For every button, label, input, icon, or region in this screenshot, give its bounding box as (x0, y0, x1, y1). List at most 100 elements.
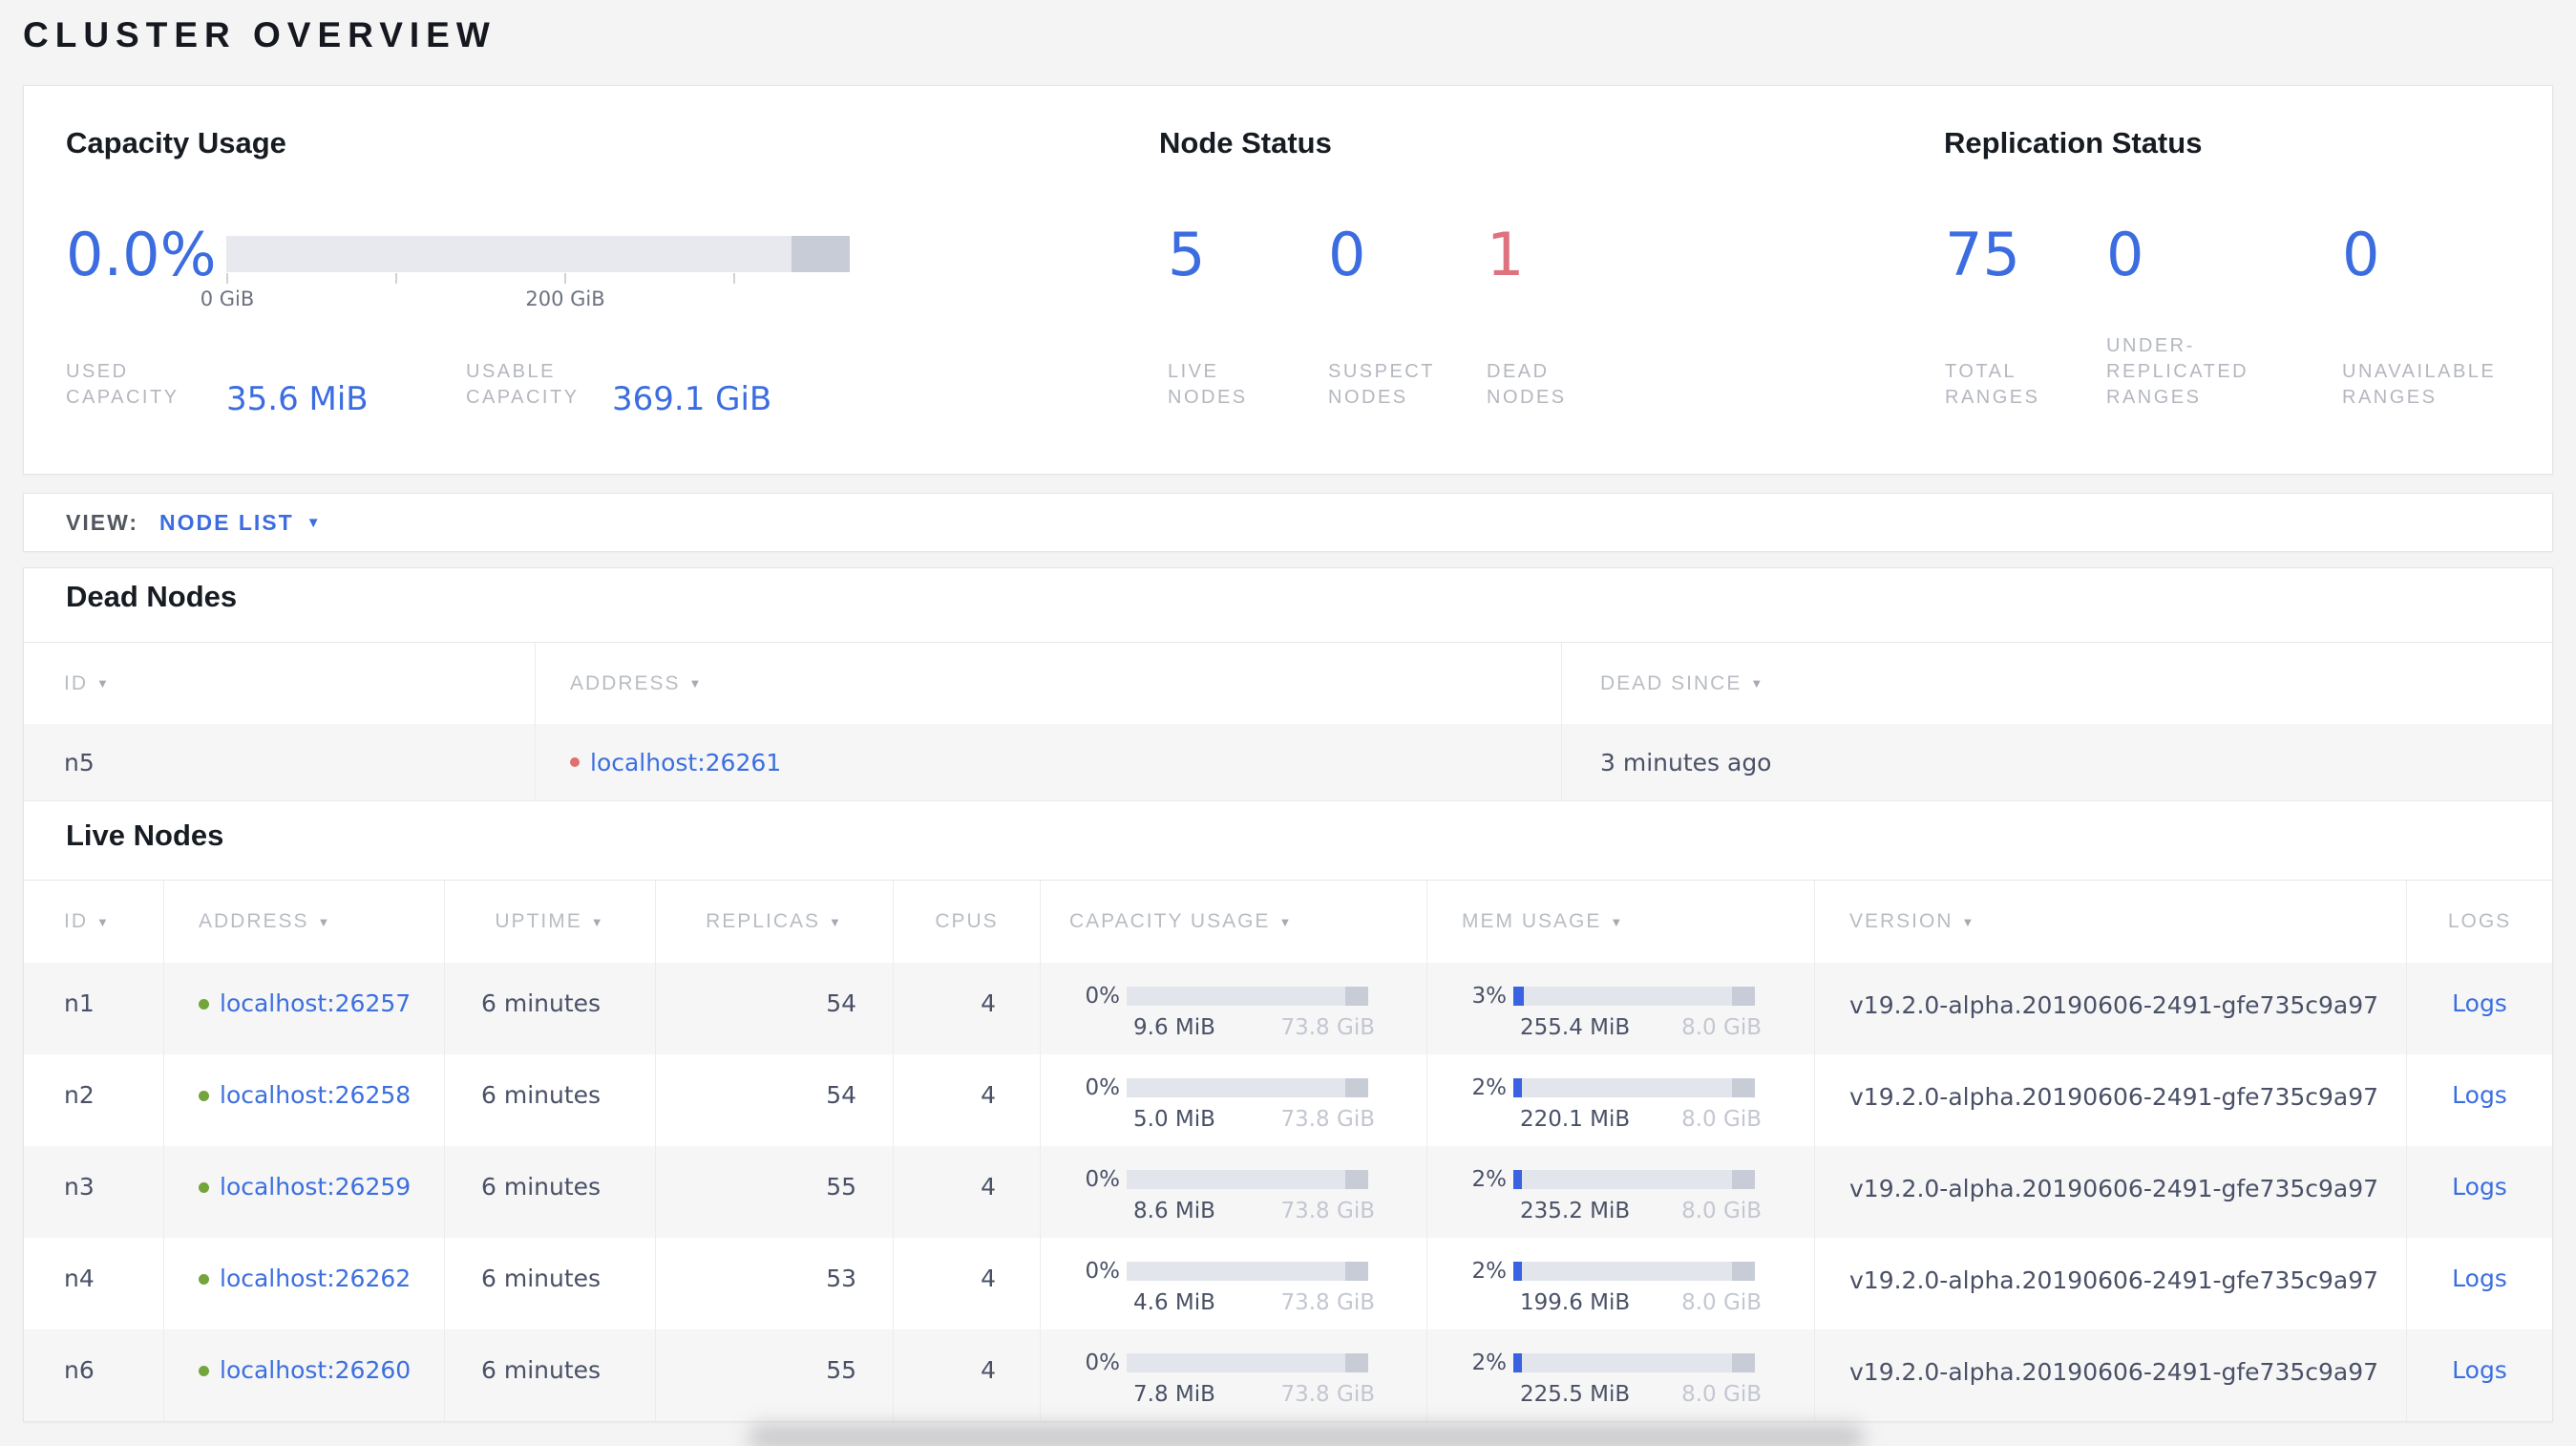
capacity-bar (1127, 1078, 1368, 1097)
capacity-bar (1127, 1353, 1368, 1372)
live-node-row: n4 localhost:26262 6 minutes 53 4 0% 4.6… (24, 1238, 2552, 1329)
column-header-replicas[interactable]: REPLICAS ▼ (656, 881, 894, 963)
dead-since-cell: 3 minutes ago (1600, 748, 1772, 776)
capacity-bar (1127, 1170, 1368, 1189)
column-header-id[interactable]: ID ▼ (24, 643, 536, 724)
node-address-cell: localhost:26257 (164, 963, 445, 1054)
replication-status-title: Replication Status (1944, 126, 2203, 159)
total-ranges-count: 75 (1945, 220, 2020, 289)
column-header-mem-usage[interactable]: MEM USAGE ▼ (1427, 881, 1815, 963)
view-label: VIEW: (66, 509, 139, 535)
column-header-dead-since[interactable]: DEAD SINCE ▼ (1562, 643, 2552, 724)
column-header-logs[interactable]: LOGS (2407, 881, 2552, 963)
version-cell: v19.2.0-alpha.20190606-2491-gfe735c9a97 (1815, 1329, 2407, 1421)
mem-percent: 2% (1471, 1350, 1508, 1375)
capacity-percent: 0% (1085, 1167, 1121, 1192)
mem-bar (1513, 1262, 1755, 1281)
node-address-link[interactable]: localhost:26262 (220, 1265, 411, 1292)
sort-arrow-icon: ▼ (96, 914, 111, 929)
node-id-cell: n3 (24, 1146, 164, 1238)
under-replicated-ranges-count: 0 (2106, 220, 2144, 289)
mem-bar (1513, 1170, 1755, 1189)
capacity-percent: 0% (1085, 984, 1121, 1009)
column-header-id[interactable]: ID ▼ (24, 881, 164, 963)
node-address-cell: localhost:26260 (164, 1329, 445, 1421)
node-address-link[interactable]: localhost:26259 (220, 1173, 411, 1201)
usable-capacity-value: 369.1 GiB (612, 380, 772, 418)
mem-percent: 2% (1471, 1167, 1508, 1192)
uptime-cell: 6 minutes (445, 1238, 656, 1329)
capacity-bar (1127, 987, 1368, 1006)
mem-percent: 3% (1471, 984, 1508, 1009)
version-cell: v19.2.0-alpha.20190606-2491-gfe735c9a97 (1815, 1146, 2407, 1238)
view-bar: VIEW: NODE LIST ▼ (23, 493, 2553, 552)
mem-used-value: 235.2 MiB (1520, 1199, 1631, 1223)
axis-tick (564, 273, 566, 284)
capacity-percent: 0.0% (66, 220, 217, 289)
node-status-title: Node Status (1159, 126, 1332, 159)
column-header-cpus[interactable]: CPUS (894, 881, 1041, 963)
cpus-cell: 4 (894, 1238, 1041, 1329)
sort-arrow-icon: ▼ (590, 914, 605, 929)
live-status-dot-icon (199, 1274, 209, 1285)
node-address-link[interactable]: localhost:26257 (220, 989, 411, 1017)
live-status-dot-icon (199, 999, 209, 1010)
mem-used-value: 225.5 MiB (1520, 1382, 1631, 1407)
uptime-cell: 6 minutes (445, 1146, 656, 1238)
cpus-cell: 4 (894, 963, 1041, 1054)
logs-link[interactable]: Logs (2452, 1265, 2507, 1292)
mem-usage-cell: 3% 255.4 MiB 8.0 GiB (1427, 963, 1815, 1054)
logs-link[interactable]: Logs (2452, 1081, 2507, 1109)
view-selector-dropdown[interactable]: NODE LIST ▼ (159, 510, 321, 536)
capacity-percent: 0% (1085, 1075, 1121, 1100)
column-header-address[interactable]: ADDRESS ▼ (164, 881, 445, 963)
node-id-cell: n6 (24, 1329, 164, 1421)
cpus-cell: 4 (894, 1329, 1041, 1421)
logs-cell: Logs (2407, 1054, 2552, 1146)
mem-bar-other-segment (1732, 1262, 1755, 1281)
chevron-down-icon: ▼ (306, 514, 321, 531)
logs-link[interactable]: Logs (2452, 989, 2507, 1017)
mem-total-value: 8.0 GiB (1681, 1382, 1762, 1407)
dead-node-row: n5 localhost:26261 3 minutes ago (24, 724, 2552, 801)
live-status-dot-icon (199, 1182, 209, 1193)
node-id-cell: n4 (24, 1238, 164, 1329)
capacity-usage-cell: 0% 4.6 MiB 73.8 GiB (1041, 1238, 1427, 1329)
nodes-panel: Dead Nodes ID ▼ ADDRESS ▼ DEAD SINCE ▼ n… (23, 567, 2553, 1422)
version-cell: v19.2.0-alpha.20190606-2491-gfe735c9a97 (1815, 1054, 2407, 1146)
capacity-total-value: 73.8 GiB (1280, 1290, 1375, 1315)
node-address-link[interactable]: localhost:26260 (220, 1356, 411, 1384)
column-header-uptime[interactable]: UPTIME ▼ (445, 881, 656, 963)
cpus-cell: 4 (894, 1054, 1041, 1146)
logs-cell: Logs (2407, 1238, 2552, 1329)
capacity-used-value: 5.0 MiB (1133, 1107, 1215, 1132)
capacity-bar-other-segment (1345, 987, 1368, 1006)
column-header-address[interactable]: ADDRESS ▼ (536, 643, 1562, 724)
column-header-version[interactable]: VERSION ▼ (1815, 881, 2407, 963)
mem-bar-fill (1513, 1262, 1522, 1281)
uptime-cell: 6 minutes (445, 1329, 656, 1421)
replicas-cell: 53 (656, 1238, 894, 1329)
mem-bar (1513, 1078, 1755, 1097)
node-address-link[interactable]: localhost:26261 (590, 749, 781, 776)
live-nodes-count: 5 (1168, 220, 1206, 289)
mem-used-value: 255.4 MiB (1520, 1015, 1631, 1040)
node-address-link[interactable]: localhost:26258 (220, 1081, 411, 1109)
axis-tick (733, 273, 735, 284)
axis-tick (395, 273, 397, 284)
live-nodes-table-header: ID ▼ ADDRESS ▼ UPTIME ▼ REPLICAS ▼ CPUS CAPA… (24, 880, 2552, 963)
capacity-usage-cell: 0% 5.0 MiB 73.8 GiB (1041, 1054, 1427, 1146)
live-node-row: n3 localhost:26259 6 minutes 55 4 0% 8.6… (24, 1146, 2552, 1238)
page-title: CLUSTER OVERVIEW (23, 15, 496, 54)
under-replicated-ranges-label: UNDER- REPLICATED RANGES (2106, 335, 2249, 408)
unavailable-ranges-count: 0 (2342, 220, 2380, 289)
sort-arrow-icon: ▼ (96, 676, 111, 691)
capacity-bar-other-segment (1345, 1262, 1368, 1281)
node-id-cell: n1 (24, 963, 164, 1054)
live-nodes-section-title: Live Nodes (66, 819, 224, 852)
column-header-capacity-usage[interactable]: CAPACITY USAGE ▼ (1041, 881, 1427, 963)
logs-link[interactable]: Logs (2452, 1356, 2507, 1384)
logs-cell: Logs (2407, 963, 2552, 1054)
logs-link[interactable]: Logs (2452, 1173, 2507, 1201)
dead-nodes-count: 1 (1487, 220, 1525, 289)
